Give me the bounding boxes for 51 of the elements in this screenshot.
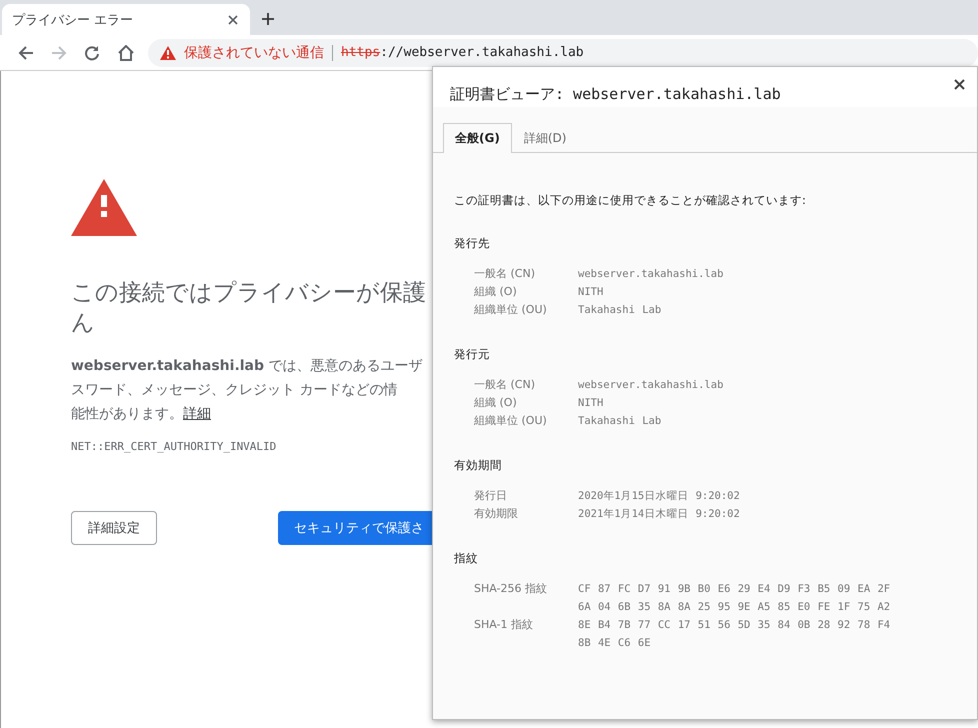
details-link[interactable]: 詳細 [183,406,211,422]
section-heading: 発行先 [454,236,491,251]
field-value: 2021年1月14日木曜日 9:20:02 [578,507,741,522]
home-icon[interactable] [117,44,135,60]
field-label: 有効期限 [474,506,519,522]
warning-icon [160,46,176,60]
field-value: 6A 04 6B 35 8A 8A 25 95 9E A5 85 E0 FE 1F 75 A2 [578,600,892,615]
field-label: SHA-256 指紋 [474,581,548,597]
heading-text: ん [71,309,96,338]
field-value: Takahashi Lab [578,414,662,429]
intro-text: この証明書は、以下の用途に使用できることが確認されています: [454,193,807,208]
error-code: NET::ERR_CERT_AUTHORITY_INVALID [71,440,278,453]
field-label: SHA-1 指紋 [474,617,534,633]
section-heading: 指紋 [454,551,479,566]
field-label: 一般名 (CN) [474,266,536,282]
dialog-tab[interactable]: 全般(G) [443,123,512,153]
dialog-title: 証明書ビューア: webserver.takahashi.lab [450,85,781,105]
url-text: https://webserver.takahashi.lab [341,45,584,60]
close-icon[interactable] [954,79,965,90]
field-label: 発行日 [474,488,508,504]
heading-text: この接続ではプライバシーが保護 [71,279,427,308]
field-label: 組織単位 (OU) [474,413,548,429]
dialog-tab[interactable]: 詳細(D) [512,123,578,153]
reload-icon[interactable] [84,44,100,60]
not-secure-label: 保護されていない通信 [184,44,324,62]
field-value: Takahashi Lab [578,303,662,318]
field-value: CF 87 FC D7 91 9B B0 E6 29 E4 D9 F3 B5 09 EA 2F [578,582,892,597]
field-value: webserver.takahashi.lab [578,267,724,282]
field-value: NITH [578,396,604,411]
field-label: 組織 (O) [474,284,518,300]
field-value: 8E B4 7B 77 CC 17 51 56 5D 35 84 0B 28 92 78 F4 [578,618,892,633]
section-heading: 発行元 [454,347,491,362]
field-label: 組織 (O) [474,395,518,411]
field-label: 組織単位 (OU) [474,302,548,318]
field-value: NITH [578,285,604,300]
warning-triangle-icon [71,179,137,236]
browser-tab[interactable]: プライバシー エラー [2,4,250,35]
new-tab-icon[interactable] [262,13,274,25]
back-icon[interactable] [18,44,34,60]
back-to-safety-button[interactable]: セキュリティで保護さ [278,511,433,545]
paragraph-text: スワード、メッセージ、クレジット カードなどの情 [71,381,398,400]
advanced-button[interactable]: 詳細設定 [71,511,157,545]
paragraph-text: 能性があります。 [71,406,183,422]
section-heading: 有効期間 [454,458,503,473]
address-bar[interactable]: 保護されていない通信 https://webserver.takahashi.lab [148,38,978,66]
paragraph-text: webserver.takahashi.lab では、悪意のあるユーザ [71,357,424,376]
field-label: 一般名 (CN) [474,377,536,393]
field-value: 8B 4E C6 6E [578,636,652,651]
field-value: webserver.takahashi.lab [578,378,724,393]
field-value: 2020年1月15日水曜日 9:20:02 [578,489,741,504]
close-icon[interactable] [228,14,238,24]
